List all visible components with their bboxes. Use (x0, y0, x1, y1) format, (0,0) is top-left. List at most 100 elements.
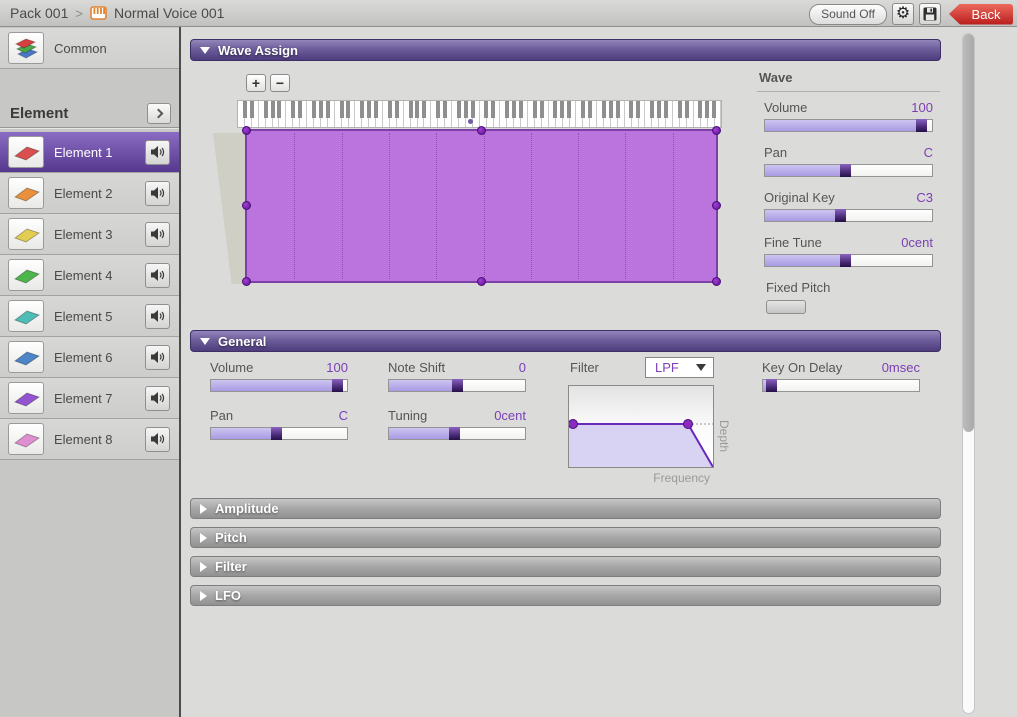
slider-track[interactable] (210, 427, 348, 440)
black-key[interactable] (560, 101, 564, 118)
slider-track[interactable] (764, 254, 933, 267)
black-key[interactable] (519, 101, 523, 118)
black-key[interactable] (388, 101, 392, 118)
black-key[interactable] (678, 101, 682, 118)
black-key[interactable] (457, 101, 461, 118)
black-key[interactable] (409, 101, 413, 118)
slider-thumb[interactable] (766, 379, 777, 392)
general-header[interactable]: General (190, 330, 941, 352)
black-key[interactable] (395, 101, 399, 118)
black-key[interactable] (298, 101, 302, 118)
scrollbar-thumb[interactable] (963, 34, 974, 432)
slider-thumb[interactable] (452, 379, 463, 392)
element-audition-button[interactable] (145, 304, 170, 329)
black-key[interactable] (340, 101, 344, 118)
slider-track[interactable] (388, 427, 526, 440)
black-key[interactable] (277, 101, 281, 118)
black-key[interactable] (484, 101, 488, 118)
zoom-out-button[interactable]: − (270, 74, 290, 92)
zoom-in-button[interactable]: + (246, 74, 266, 92)
slider-thumb[interactable] (916, 119, 927, 132)
piano-keyboard[interactable] (237, 100, 722, 128)
region-handle[interactable] (242, 201, 251, 210)
black-key[interactable] (609, 101, 613, 118)
sidebar-item-element-7[interactable]: Element 7 (0, 378, 179, 419)
slider-thumb[interactable] (332, 379, 343, 392)
element-audition-button[interactable] (145, 222, 170, 247)
black-key[interactable] (291, 101, 295, 118)
black-key[interactable] (581, 101, 585, 118)
black-key[interactable] (616, 101, 620, 118)
filter-response-graph[interactable] (568, 385, 714, 468)
black-key[interactable] (712, 101, 716, 118)
black-key[interactable] (553, 101, 557, 118)
filter-type-dropdown[interactable]: LPF (645, 357, 714, 378)
element-audition-button[interactable] (145, 427, 170, 452)
slider-thumb[interactable] (840, 254, 851, 267)
black-key[interactable] (464, 101, 468, 118)
sidebar-item-common[interactable]: Common (0, 28, 179, 69)
slider-track[interactable] (764, 119, 933, 132)
element-audition-button[interactable] (145, 140, 170, 165)
black-key[interactable] (436, 101, 440, 118)
black-key[interactable] (346, 101, 350, 118)
black-key[interactable] (250, 101, 254, 118)
black-key[interactable] (685, 101, 689, 118)
black-key[interactable] (443, 101, 447, 118)
sidebar-item-element-4[interactable]: Element 4 (0, 255, 179, 296)
sidebar-item-element-6[interactable]: Element 6 (0, 337, 179, 378)
fixed-pitch-toggle[interactable] (766, 300, 806, 314)
black-key[interactable] (705, 101, 709, 118)
black-key[interactable] (374, 101, 378, 118)
scrollbar-track[interactable] (962, 33, 975, 714)
wave-key-range-region[interactable] (245, 129, 718, 283)
black-key[interactable] (657, 101, 661, 118)
black-key[interactable] (243, 101, 247, 118)
element-audition-button[interactable] (145, 181, 170, 206)
sidebar-item-element-1[interactable]: Element 1 (0, 132, 179, 173)
sidebar-item-element-3[interactable]: Element 3 (0, 214, 179, 255)
black-key[interactable] (567, 101, 571, 118)
black-key[interactable] (271, 101, 275, 118)
sidebar-item-element-2[interactable]: Element 2 (0, 173, 179, 214)
slider-thumb[interactable] (835, 209, 846, 222)
section-pitch[interactable]: Pitch (190, 527, 941, 548)
black-key[interactable] (422, 101, 426, 118)
black-key[interactable] (312, 101, 316, 118)
black-key[interactable] (636, 101, 640, 118)
slider-thumb[interactable] (449, 427, 460, 440)
element-expand-button[interactable] (147, 103, 171, 124)
section-lfo[interactable]: LFO (190, 585, 941, 606)
sidebar-item-element-5[interactable]: Element 5 (0, 296, 179, 337)
region-handle[interactable] (712, 201, 721, 210)
element-audition-button[interactable] (145, 345, 170, 370)
back-button[interactable]: Back (949, 4, 1013, 25)
black-key[interactable] (319, 101, 323, 118)
black-key[interactable] (415, 101, 419, 118)
slider-track[interactable] (764, 209, 933, 222)
settings-button[interactable]: ⚙ (892, 3, 914, 25)
slider-track[interactable] (762, 379, 920, 392)
region-handle[interactable] (712, 277, 721, 286)
black-key[interactable] (505, 101, 509, 118)
section-filter[interactable]: Filter (190, 556, 941, 577)
slider-track[interactable] (210, 379, 348, 392)
black-key[interactable] (471, 101, 475, 118)
black-key[interactable] (367, 101, 371, 118)
black-key[interactable] (326, 101, 330, 118)
breadcrumb-pack[interactable]: Pack 001 (10, 5, 68, 21)
black-key[interactable] (264, 101, 268, 118)
region-handle[interactable] (712, 126, 721, 135)
black-key[interactable] (588, 101, 592, 118)
section-amplitude[interactable]: Amplitude (190, 498, 941, 519)
black-key[interactable] (698, 101, 702, 118)
slider-track[interactable] (388, 379, 526, 392)
black-key[interactable] (360, 101, 364, 118)
wave-assign-header[interactable]: Wave Assign (190, 39, 941, 61)
sidebar-item-element-8[interactable]: Element 8 (0, 419, 179, 460)
element-audition-button[interactable] (145, 386, 170, 411)
black-key[interactable] (602, 101, 606, 118)
slider-track[interactable] (764, 164, 933, 177)
black-key[interactable] (512, 101, 516, 118)
region-handle[interactable] (242, 277, 251, 286)
